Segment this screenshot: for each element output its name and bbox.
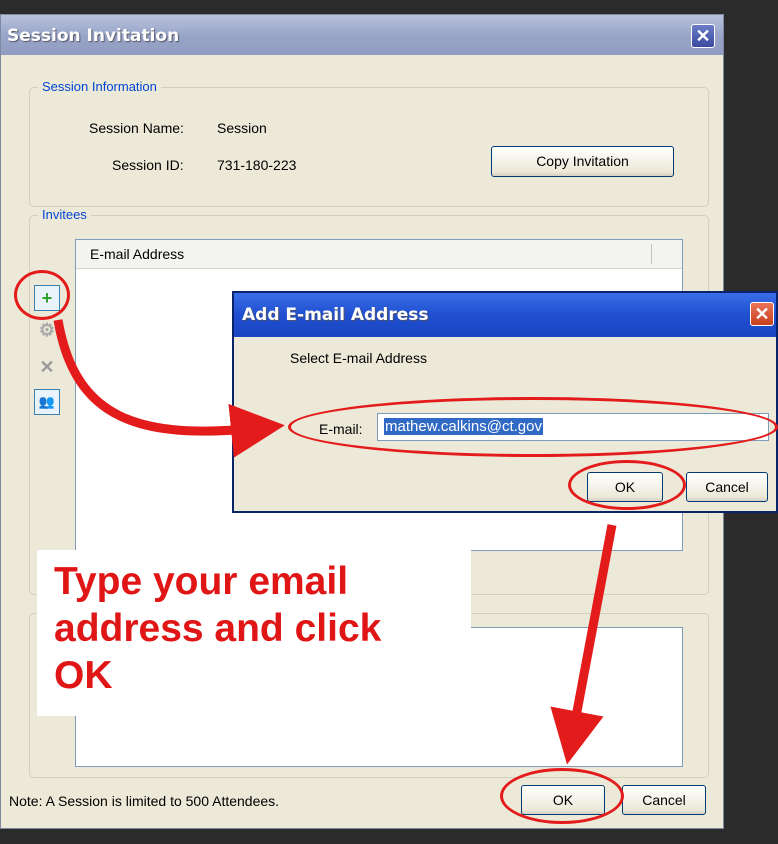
caption-line-2: address and click bbox=[54, 607, 382, 650]
arrow-to-email bbox=[53, 319, 285, 458]
caption-line-3: OK bbox=[54, 654, 113, 697]
annotation-arrows bbox=[53, 319, 617, 765]
caption-line-1: Type your email bbox=[54, 560, 349, 603]
instruction-caption: Type your email address and click OK bbox=[37, 550, 471, 716]
arrow-to-ok bbox=[550, 524, 617, 765]
